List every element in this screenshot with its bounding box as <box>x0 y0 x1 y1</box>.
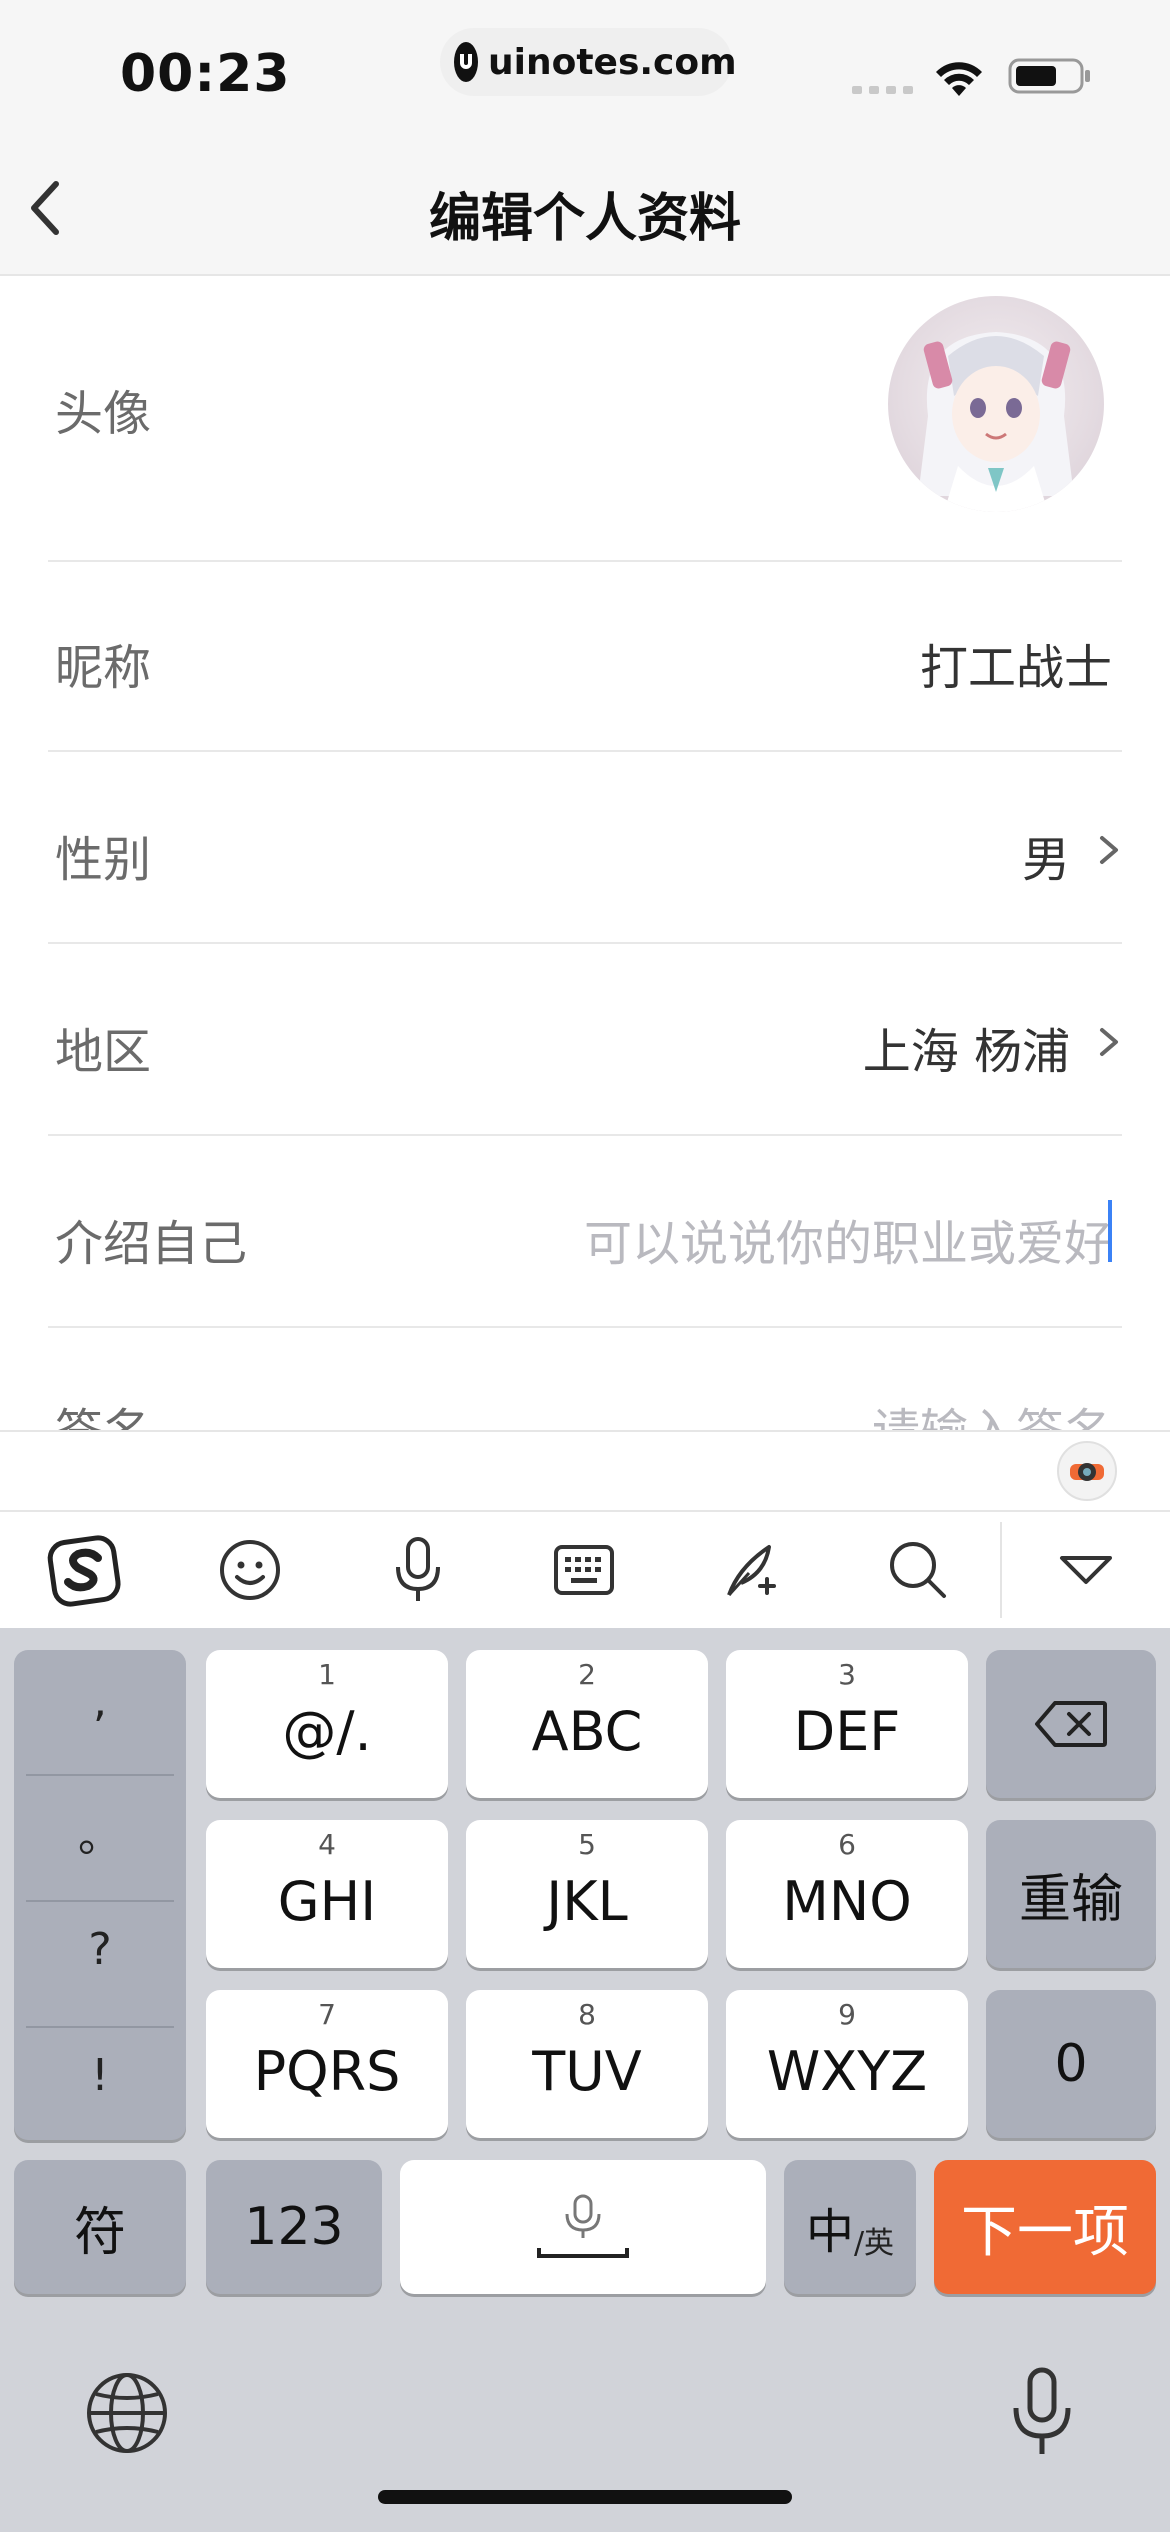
nickname-value[interactable]: 打工战士 <box>920 628 1112 698</box>
search-icon[interactable] <box>878 1530 958 1610</box>
avatar[interactable] <box>888 296 1104 512</box>
key-8[interactable]: 8 TUV <box>466 1990 708 2138</box>
cell-signal-icon <box>852 86 913 94</box>
key-number: 1 <box>318 1658 336 1691</box>
punct-exclaim[interactable]: ! <box>14 2050 186 2101</box>
key-label: TUV <box>532 2040 642 2103</box>
key-6[interactable]: 6 MNO <box>726 1820 968 1968</box>
page-title: 编辑个人资料 <box>428 189 741 249</box>
lang-sub-label: /英 <box>853 2226 895 2261</box>
key-number: 9 <box>838 1998 856 2031</box>
key-number: 8 <box>578 1998 596 2031</box>
punct-divider <box>26 2026 174 2028</box>
url-pill: uinotes.com <box>440 28 737 96</box>
chevron-right-icon <box>1100 836 1118 864</box>
key-number: 5 <box>578 1828 596 1861</box>
intro-label: 介绍自己 <box>55 1216 248 1272</box>
gender-row[interactable] <box>48 752 1122 944</box>
key-label: JKL <box>546 1870 628 1933</box>
toolbar-divider <box>1000 1522 1002 1618</box>
space-mic-icon <box>537 2194 629 2258</box>
emoji-icon[interactable] <box>210 1530 290 1610</box>
battery-icon <box>1008 58 1090 94</box>
mascot-icon[interactable] <box>1056 1440 1118 1502</box>
punct-divider <box>26 1900 174 1902</box>
globe-icon[interactable] <box>84 2370 170 2456</box>
reenter-button[interactable]: 重输 <box>986 1820 1156 1968</box>
region-label: 地区 <box>55 1024 152 1080</box>
microphone-icon[interactable] <box>378 1530 458 1610</box>
numbers-button[interactable]: 123 <box>206 2160 382 2294</box>
collapse-keyboard-icon[interactable] <box>1046 1530 1126 1610</box>
keyboard-icon[interactable] <box>544 1530 624 1610</box>
keyboard-suggestion-strip <box>0 1430 1170 1512</box>
key-5[interactable]: 5 JKL <box>466 1820 708 1968</box>
region-value: 上海 杨浦 <box>862 1024 1070 1080</box>
key-1[interactable]: 1 @/. <box>206 1650 448 1798</box>
punct-period[interactable]: 。 <box>14 1800 186 1864</box>
key-number: 4 <box>318 1828 336 1861</box>
key-number: 7 <box>318 1998 336 2031</box>
chevron-right-icon <box>1100 1028 1118 1056</box>
key-9[interactable]: 9 WXYZ <box>726 1990 968 2138</box>
punctuation-column[interactable]: , 。 ? ! <box>14 1650 186 2140</box>
backspace-icon <box>1035 1701 1107 1747</box>
symbols-label: 符 <box>73 2202 126 2263</box>
next-field-button[interactable]: 下一项 <box>934 2160 1156 2294</box>
key-label: GHI <box>277 1870 377 1933</box>
sogou-logo-icon[interactable] <box>44 1530 124 1610</box>
text-caret <box>1108 1200 1112 1262</box>
wifi-icon <box>936 62 982 96</box>
key-number: 6 <box>838 1828 856 1861</box>
key-label: DEF <box>793 1700 901 1763</box>
key-label: PQRS <box>253 2040 401 2103</box>
status-time: 00:23 <box>120 44 291 104</box>
backspace-button[interactable] <box>986 1650 1156 1798</box>
dictation-icon[interactable] <box>1006 2366 1078 2460</box>
intro-input[interactable]: 可以说说你的职业或爱好 <box>584 1204 1112 1274</box>
handwriting-icon[interactable] <box>712 1530 792 1610</box>
punct-divider <box>26 1774 174 1776</box>
signature-row[interactable]: 签名 请输入签名 <box>0 1328 1170 1430</box>
numbers-label: 123 <box>244 2197 344 2257</box>
punct-comma[interactable]: , <box>14 1676 186 1727</box>
key-label: WXYZ <box>766 2040 928 2103</box>
signature-input[interactable]: 请输入签名 <box>872 1392 1112 1430</box>
space-bar[interactable] <box>400 2160 766 2294</box>
avatar-label: 头像 <box>55 386 152 442</box>
key-2[interactable]: 2 ABC <box>466 1650 708 1798</box>
key-number: 2 <box>578 1658 596 1691</box>
key-0[interactable]: 0 <box>986 1990 1156 2138</box>
url-text: uinotes.com <box>488 41 737 83</box>
lang-main-label: 中 <box>805 2204 854 2260</box>
key-label: ABC <box>531 1700 643 1763</box>
key-number: 3 <box>838 1658 856 1691</box>
key-3[interactable]: 3 DEF <box>726 1650 968 1798</box>
language-switch-button[interactable]: 中/英 <box>784 2160 916 2294</box>
home-indicator[interactable] <box>378 2490 792 2504</box>
symbols-button[interactable]: 符 <box>14 2160 186 2294</box>
key-label: 0 <box>1054 2034 1088 2094</box>
key-4[interactable]: 4 GHI <box>206 1820 448 1968</box>
punct-question[interactable]: ? <box>14 1924 186 1975</box>
key-label: MNO <box>782 1870 912 1933</box>
site-logo-icon <box>454 42 478 82</box>
key-7[interactable]: 7 PQRS <box>206 1990 448 2138</box>
gender-label: 性别 <box>55 832 152 888</box>
reenter-label: 重输 <box>1018 1869 1123 1930</box>
signature-label: 签名 <box>55 1392 151 1430</box>
gender-value: 男 <box>1021 832 1070 888</box>
next-label: 下一项 <box>961 2199 1129 2265</box>
nickname-label: 昵称 <box>55 640 152 696</box>
avatar-image <box>918 332 1074 512</box>
key-label: @/. <box>282 1700 372 1763</box>
